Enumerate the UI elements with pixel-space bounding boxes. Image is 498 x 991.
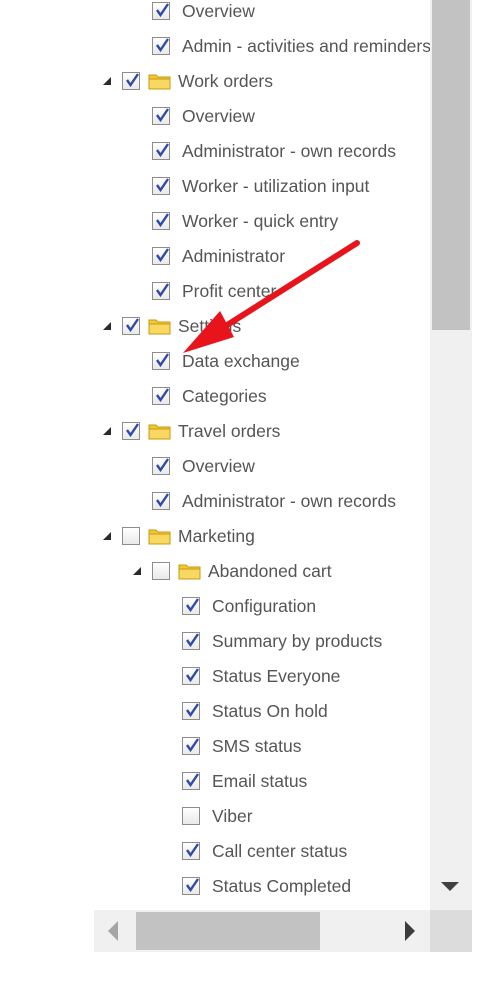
tree-item[interactable]: Viber — [94, 799, 430, 834]
checkbox-checked[interactable] — [122, 317, 140, 335]
tree-folder-settings[interactable]: Settings — [94, 309, 430, 344]
checkbox-checked[interactable] — [152, 37, 170, 55]
tree-folder-marketing[interactable]: Marketing — [94, 519, 430, 554]
checkbox-checked[interactable] — [152, 387, 170, 405]
checkbox-checked[interactable] — [182, 737, 200, 755]
tree-item[interactable]: Administrator — [94, 239, 430, 274]
checkbox-checked[interactable] — [152, 2, 170, 20]
tree-item[interactable]: Admin - activities and reminders — [94, 29, 430, 64]
checkbox-checked[interactable] — [182, 667, 200, 685]
tree-item-label: Status Everyone — [212, 666, 341, 686]
checkbox-checked[interactable] — [182, 597, 200, 615]
checkbox-checked[interactable] — [152, 247, 170, 265]
tree-folder-travel-orders[interactable]: Travel orders — [94, 414, 430, 449]
scroll-right-arrow-icon[interactable] — [405, 921, 415, 941]
folder-icon — [148, 319, 171, 335]
checkbox-checked[interactable] — [152, 107, 170, 125]
tree-item[interactable]: Overview — [94, 449, 430, 484]
checkbox-checked[interactable] — [152, 177, 170, 195]
tree-item[interactable]: Categories — [94, 379, 430, 414]
tree-item-label: Email status — [212, 771, 308, 791]
checkbox-checked[interactable] — [122, 72, 140, 90]
tree-item-label: Abandoned cart — [208, 561, 332, 581]
checkbox-checked[interactable] — [152, 492, 170, 510]
tree-item-label: Administrator - own records — [182, 491, 396, 511]
checkbox-checked[interactable] — [122, 422, 140, 440]
tree-item[interactable]: Status On hold — [94, 694, 430, 729]
tree-item[interactable]: Administrator - own records — [94, 484, 430, 519]
folder-icon — [178, 564, 201, 580]
checkbox-checked[interactable] — [182, 772, 200, 790]
tree-item[interactable]: Call center status — [94, 834, 430, 869]
scroll-down-arrow-icon[interactable] — [441, 882, 459, 891]
vertical-scrollbar[interactable] — [430, 0, 472, 910]
tree-item-label: Travel orders — [178, 421, 281, 441]
tree-item[interactable]: Worker - quick entry — [94, 204, 430, 239]
permissions-tree: Overview Admin - activities and reminder… — [94, 0, 430, 910]
tree-item-label: Work orders — [178, 71, 273, 91]
tree-item-label: Settings — [178, 316, 242, 336]
checkbox-unchecked[interactable] — [182, 807, 200, 825]
tree-item[interactable]: Data exchange — [94, 344, 430, 379]
tree-item-label: Status On hold — [212, 701, 328, 721]
tree-item[interactable]: Email status — [94, 764, 430, 799]
tree-item[interactable]: SMS status — [94, 729, 430, 764]
expand-toggle-icon[interactable] — [103, 532, 111, 540]
tree-item-label: SMS status — [212, 736, 302, 756]
folder-icon — [148, 529, 171, 545]
tree-folder-abandoned-cart[interactable]: Abandoned cart — [94, 554, 430, 589]
tree-item-label: Viber — [212, 806, 253, 826]
tree-item-label: Worker - quick entry — [182, 211, 339, 231]
tree-item[interactable]: Overview — [94, 0, 430, 29]
folder-icon — [148, 424, 171, 440]
checkbox-checked[interactable] — [182, 877, 200, 895]
tree-item[interactable]: Status Everyone — [94, 659, 430, 694]
tree-item-label: Data exchange — [182, 351, 300, 371]
tree-item-label: Configuration — [212, 596, 317, 616]
tree-item[interactable]: Status Completed — [94, 869, 430, 904]
tree-item[interactable]: Worker - utilization input — [94, 169, 430, 204]
tree-item-label: Worker - utilization input — [182, 176, 370, 196]
tree-item-label: Categories — [182, 386, 267, 406]
checkbox-unchecked[interactable] — [122, 527, 140, 545]
folder-icon — [148, 74, 171, 90]
tree-item-label: Call center status — [212, 841, 348, 861]
checkbox-checked[interactable] — [152, 282, 170, 300]
checkbox-checked[interactable] — [182, 632, 200, 650]
tree-item[interactable]: Summary by products — [94, 624, 430, 659]
checkbox-checked[interactable] — [182, 702, 200, 720]
checkbox-unchecked[interactable] — [152, 562, 170, 580]
tree-item[interactable]: Profit center — [94, 274, 430, 309]
tree-item-label: Summary by products — [212, 631, 383, 651]
expand-toggle-icon[interactable] — [133, 567, 141, 575]
expand-toggle-icon[interactable] — [103, 77, 111, 85]
tree-item-label: Overview — [182, 1, 255, 21]
tree-item-label: Administrator — [182, 246, 286, 266]
checkbox-checked[interactable] — [152, 457, 170, 475]
tree-item-label: Administrator - own records — [182, 141, 396, 161]
scrollbar-corner — [430, 910, 472, 952]
tree-item-label: Admin - activities and reminders — [182, 36, 430, 56]
expand-toggle-icon[interactable] — [103, 322, 111, 330]
horizontal-scrollbar-thumb[interactable] — [136, 912, 320, 950]
tree-item-label: Marketing — [178, 526, 255, 546]
tree-item[interactable]: Configuration — [94, 589, 430, 624]
expand-toggle-icon[interactable] — [103, 427, 111, 435]
tree-item-label: Overview — [182, 106, 255, 126]
tree-item-label: Overview — [182, 456, 255, 476]
checkbox-checked[interactable] — [152, 212, 170, 230]
checkbox-checked[interactable] — [182, 842, 200, 860]
checkbox-checked[interactable] — [152, 352, 170, 370]
scroll-left-arrow-icon[interactable] — [108, 921, 118, 941]
tree-folder-work-orders[interactable]: Work orders — [94, 64, 430, 99]
checkbox-checked[interactable] — [152, 142, 170, 160]
tree-item[interactable]: Administrator - own records — [94, 134, 430, 169]
tree-item-label: Profit center — [182, 281, 277, 301]
tree-item-label: Status Completed — [212, 876, 352, 896]
horizontal-scrollbar[interactable] — [94, 910, 430, 952]
tree-item[interactable]: Overview — [94, 99, 430, 134]
vertical-scrollbar-thumb[interactable] — [432, 0, 470, 330]
